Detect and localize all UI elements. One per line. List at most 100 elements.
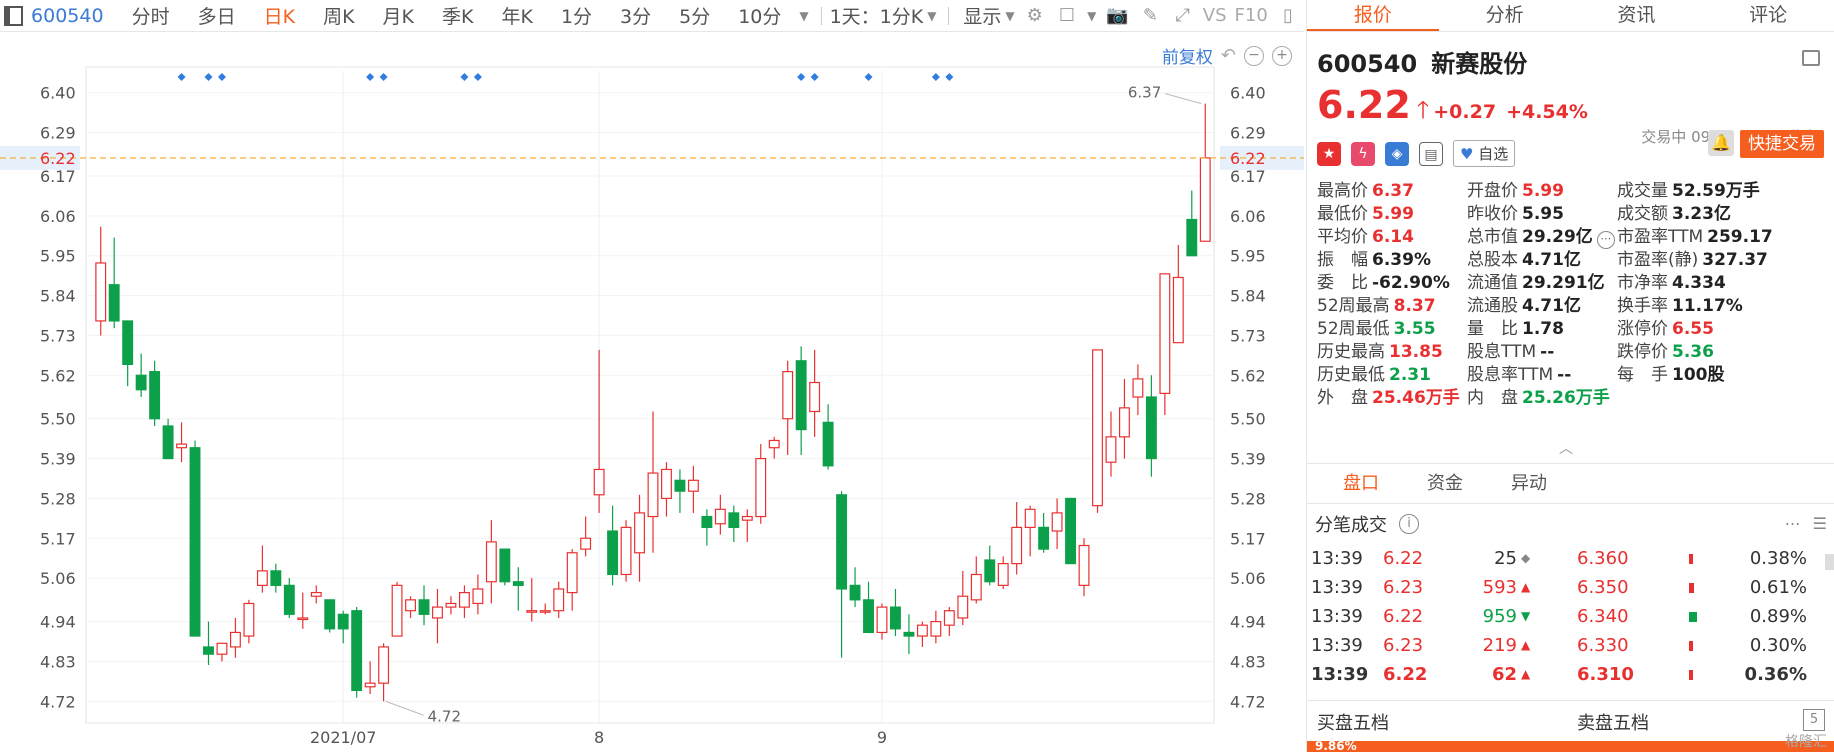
plot-frame xyxy=(85,66,1215,724)
quick-trade-button[interactable]: 快捷交易 xyxy=(1740,130,1824,158)
panel-toggle-icon[interactable] xyxy=(4,5,24,26)
tick-time: 13:39 xyxy=(1311,664,1369,685)
period-9[interactable]: 5分 xyxy=(679,2,710,29)
candlestick-chart[interactable]: 6.40 6.406.29 6.296.17 6.176.06 6.065.95 5.95… xyxy=(0,33,1304,752)
period-8[interactable]: 3分 xyxy=(620,2,651,29)
tab-0[interactable]: 报价 xyxy=(1307,0,1439,31)
vs-button[interactable]: VS xyxy=(1203,5,1227,26)
period-2[interactable]: 日K xyxy=(264,2,295,29)
camera-icon[interactable]: 📷 xyxy=(1106,5,1128,27)
stat-label: 历史最低 xyxy=(1317,365,1385,385)
bell-icon[interactable]: 🔔 xyxy=(1708,130,1734,156)
more-icon[interactable]: ⋯ xyxy=(1596,231,1615,249)
stat-label: 52周最低 xyxy=(1317,319,1390,339)
high-leader xyxy=(1165,93,1202,105)
scrollbar[interactable] xyxy=(1825,554,1834,570)
period-7[interactable]: 1分 xyxy=(561,2,592,29)
period-0[interactable]: 分时 xyxy=(132,2,170,29)
stat-item: 最高价 6.37 xyxy=(1317,176,1414,201)
tick-direction-icon: ▲ xyxy=(1521,638,1531,652)
kline-chart[interactable]: 6.40 6.40 6.29 6.29 6.17 6.17 6.06 6.06 5.95 5.95… xyxy=(0,33,1304,752)
stat-item: 量 比 1.78 xyxy=(1467,314,1564,339)
stat-item: 涨停价 6.55 xyxy=(1617,314,1714,339)
candle-up xyxy=(216,642,228,655)
stat-value: 327.37 xyxy=(1702,250,1768,270)
undo-icon[interactable]: ↶ xyxy=(1221,45,1236,66)
zoom-out-icon[interactable]: − xyxy=(1244,45,1264,66)
candle-up xyxy=(445,602,457,608)
menu-icon[interactable]: ☰ xyxy=(1813,514,1827,533)
zoom-in-icon[interactable]: + xyxy=(1272,45,1292,66)
more-icon[interactable]: ⋯ xyxy=(1785,514,1801,533)
candle-down xyxy=(890,606,901,630)
tab-2[interactable]: 资讯 xyxy=(1571,0,1703,31)
stat-item: 跌停价 5.36 xyxy=(1617,337,1714,362)
period-10[interactable]: 10分 xyxy=(738,2,781,29)
sidebar-icon[interactable]: ▯ xyxy=(1278,5,1298,27)
square-icon[interactable]: ☐ xyxy=(1057,5,1077,27)
period-4[interactable]: 月K xyxy=(383,2,414,29)
pencil-icon[interactable]: ✎ xyxy=(1140,5,1160,27)
fullscreen-icon[interactable]: ⤢ xyxy=(1173,5,1193,27)
sub-tab-2[interactable]: 异动 xyxy=(1487,464,1571,503)
candle-up xyxy=(661,468,672,500)
y-tick-left: 4.94 xyxy=(40,613,76,632)
stat-item: 52周最高 8.37 xyxy=(1317,291,1436,316)
candle-up xyxy=(957,595,969,619)
f10-button[interactable]: F10 xyxy=(1235,5,1268,26)
y-tick-right: 5.06 xyxy=(1230,569,1266,588)
stat-label: 量 比 xyxy=(1467,319,1518,339)
y-tick-right: 5.17 xyxy=(1230,529,1266,548)
event-marker xyxy=(931,73,940,81)
chevron-down-icon[interactable]: ▼ xyxy=(927,9,936,23)
period-1[interactable]: 多日 xyxy=(198,2,236,29)
adjust-button[interactable]: 前复权 xyxy=(1162,43,1213,68)
candle-down xyxy=(1145,396,1157,460)
tick-trades: 分笔成交 i ⋯ ☰ 13:39 6.22 25 ◆ 6.360 0.38% 13:39 6.… xyxy=(1307,503,1834,699)
stat-value: 8.37 xyxy=(1393,296,1436,316)
list-icon[interactable] xyxy=(1802,50,1820,66)
interval-select[interactable]: 1天：1分K xyxy=(830,2,924,29)
stat-value: 52.59万手 xyxy=(1672,181,1760,201)
period-5[interactable]: 季K xyxy=(442,2,473,29)
candle-down xyxy=(203,646,214,655)
candle-down xyxy=(189,447,201,637)
tick-tools: ⋯ ☰ xyxy=(1785,514,1827,533)
chevron-down-icon[interactable]: ▼ xyxy=(799,9,808,23)
sub-tab-1[interactable]: 资金 xyxy=(1403,464,1487,503)
bid-ratio: 9.86% xyxy=(1315,739,1357,752)
stat-value: 6.37 xyxy=(1372,181,1414,201)
level-pct: 0.38% xyxy=(1749,548,1807,569)
stat-value: 5.95 xyxy=(1522,204,1564,224)
candle-up xyxy=(176,443,188,449)
info-icon[interactable]: i xyxy=(1399,514,1419,534)
tick-price: 6.22 xyxy=(1383,664,1428,685)
stock-code: 600540 xyxy=(1317,50,1418,78)
candle-down xyxy=(674,479,686,492)
period-6[interactable]: 年K xyxy=(501,2,532,29)
gear-icon[interactable]: ⚙ xyxy=(1025,5,1045,27)
china-flag-icon[interactable]: ★ xyxy=(1317,141,1341,166)
five-icon[interactable]: 5 xyxy=(1803,709,1825,731)
x-tick-label: 9 xyxy=(877,728,887,747)
display-menu[interactable]: 显示 xyxy=(963,2,1001,29)
chevron-down-icon[interactable]: ▼ xyxy=(1087,9,1096,23)
tab-1[interactable]: 分析 xyxy=(1439,0,1571,31)
y-tick-right: 5.73 xyxy=(1230,326,1266,345)
level-pct: 0.36% xyxy=(1744,664,1807,685)
tick-volume: 959 xyxy=(1482,606,1517,627)
stat-label: 涨停价 xyxy=(1617,319,1668,339)
stat-label: 成交额 xyxy=(1617,204,1668,224)
candle-up xyxy=(580,537,592,550)
candle-down xyxy=(795,360,807,431)
tab-3[interactable]: 评论 xyxy=(1702,0,1834,31)
period-3[interactable]: 周K xyxy=(323,2,354,29)
add-favorite-button[interactable]: ♥ 自选 xyxy=(1453,140,1516,167)
tag-icon[interactable]: ◈ xyxy=(1385,141,1409,166)
y-tick-left: 5.39 xyxy=(40,450,76,469)
chevron-up-icon[interactable]: ︿ xyxy=(1559,438,1573,458)
sub-tab-0[interactable]: 盘口 xyxy=(1319,464,1403,503)
chevron-down-icon[interactable]: ▼ xyxy=(1005,9,1014,23)
hot-icon[interactable]: ϟ xyxy=(1351,141,1375,166)
bookmark-icon[interactable]: ▤ xyxy=(1419,141,1443,166)
